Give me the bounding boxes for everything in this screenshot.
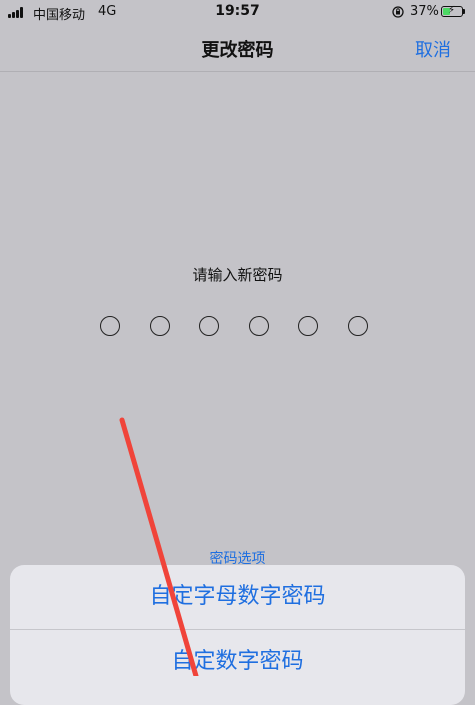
passcode-dot bbox=[298, 316, 318, 336]
passcode-dot bbox=[199, 316, 219, 336]
passcode-prompt: 请输入新密码 bbox=[192, 266, 283, 284]
passcode-dots bbox=[100, 316, 375, 342]
battery-charging-icon: ⚡ bbox=[441, 5, 463, 17]
cancel-button[interactable]: 取消 bbox=[415, 36, 451, 62]
passcode-dot bbox=[248, 316, 269, 336]
battery-percent: 37% bbox=[410, 4, 439, 19]
page-title: 更改密码 bbox=[201, 40, 274, 61]
passcode-dot bbox=[149, 316, 170, 336]
passcode-dot bbox=[100, 316, 120, 336]
status-bar: 中国移动 4G 19:57 37% ⚡ bbox=[0, 0, 475, 24]
custom-numeric-code-button[interactable]: 自定数字密码 bbox=[10, 630, 465, 694]
charging-bolt-icon: ⚡ bbox=[448, 5, 456, 16]
passcode-dot bbox=[347, 316, 368, 336]
orientation-lock-icon bbox=[392, 6, 404, 18]
battery-cap bbox=[463, 9, 465, 14]
options-action-sheet: 自定字母数字密码 自定数字密码 bbox=[10, 565, 465, 705]
navigation-bar: 更改密码 取消 bbox=[0, 24, 475, 72]
custom-alphanumeric-code-button[interactable]: 自定字母数字密码 bbox=[10, 565, 465, 629]
